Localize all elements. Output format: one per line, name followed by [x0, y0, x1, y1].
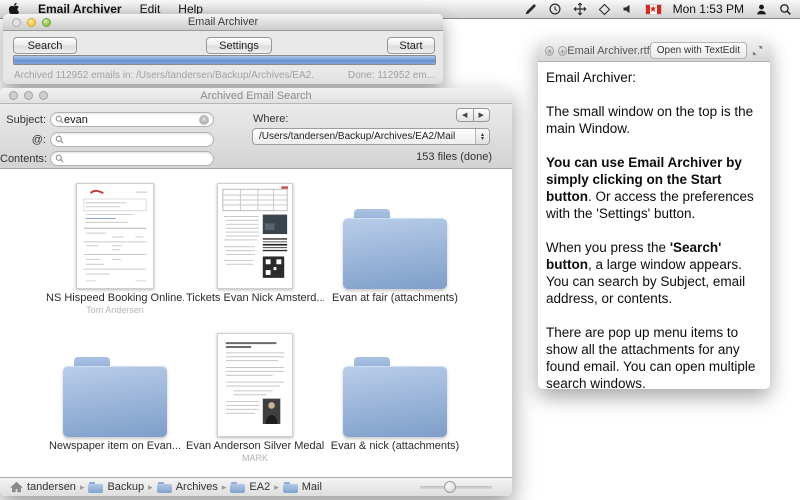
search-toolbar: Subject: × @: Contents: ◀ ▶ Where: /User… — [0, 104, 512, 169]
address-search-field[interactable] — [50, 132, 214, 147]
path-separator-icon: ▸ — [80, 482, 85, 493]
folder-icon — [63, 357, 167, 437]
path-item[interactable]: Backup — [88, 481, 144, 493]
user-icon[interactable] — [755, 3, 768, 16]
zoom-button[interactable] — [42, 18, 51, 27]
folder-icon — [283, 482, 298, 493]
result-sublabel: Tom Andersen — [86, 305, 144, 315]
move-icon[interactable] — [573, 2, 587, 16]
document-icon — [217, 179, 293, 289]
path-item[interactable]: Archives — [157, 481, 218, 493]
where-label: Where: — [253, 113, 288, 125]
path-item[interactable]: EA2 — [230, 481, 270, 493]
main-window-titlebar[interactable]: Email Archiver — [3, 14, 443, 31]
main-window-title: Email Archiver — [3, 16, 443, 28]
close-button[interactable] — [9, 91, 18, 100]
quicklook-title: Email Archiver.rtf — [567, 45, 650, 57]
folder-icon — [230, 482, 245, 493]
forward-icon[interactable]: ▶ — [474, 109, 490, 121]
minimize-button[interactable] — [27, 18, 36, 27]
result-label: Evan at fair (attachments) — [332, 292, 458, 304]
quicklook-titlebar[interactable]: × + Email Archiver.rtf Open with TextEdi… — [538, 40, 770, 62]
pen-icon[interactable] — [524, 3, 537, 16]
search-icon — [55, 115, 64, 124]
result-item[interactable]: NS Hispeed Booking Online... Tom Anderse… — [45, 179, 185, 315]
time-machine-icon[interactable] — [548, 2, 562, 16]
result-label: Evan Anderson Silver Medal... — [186, 440, 324, 452]
clear-icon[interactable]: × — [199, 115, 209, 125]
close-button[interactable] — [12, 18, 21, 27]
result-label: Newspaper item on Evan... — [49, 440, 181, 452]
desktop: { "menu_bar": { "app_menus": ["Email Arc… — [0, 0, 800, 500]
archive-status-text: Archived 112952 emails in: /Users/tander… — [14, 70, 314, 81]
result-sublabel: MARK — [242, 453, 268, 463]
path-separator-icon: ▸ — [274, 482, 279, 493]
volume-icon[interactable] — [622, 3, 634, 15]
where-value: /Users/tandersen/Backup/Archives/EA2/Mai… — [259, 131, 455, 142]
menu-clock[interactable]: Mon 1:53 PM — [673, 2, 744, 16]
email-archiver-window: Email Archiver Search Settings Start Arc… — [3, 14, 443, 84]
subject-label: Subject: — [0, 114, 46, 126]
result-item[interactable]: Evan & nick (attachments) — [325, 327, 465, 463]
start-button[interactable]: Start — [387, 37, 435, 54]
expand-icon[interactable] — [752, 45, 763, 56]
folder-icon — [88, 482, 103, 493]
history-nav-control[interactable]: ◀ ▶ — [456, 108, 490, 122]
close-button[interactable]: × — [545, 46, 554, 56]
where-popup[interactable]: /Users/tandersen/Backup/Archives/EA2/Mai… — [252, 128, 490, 145]
search-results-area: NS Hispeed Booking Online... Tom Anderse… — [0, 169, 512, 477]
path-separator-icon: ▸ — [222, 482, 227, 493]
result-label: NS Hispeed Booking Online... — [46, 292, 184, 304]
slider-knob[interactable] — [444, 481, 456, 493]
search-icon — [55, 135, 64, 144]
path-bar: tandersen ▸ Backup ▸ Archives ▸ EA2 ▸ Ma… — [0, 477, 512, 496]
result-item[interactable]: Evan Anderson Silver Medal... MARK — [185, 327, 325, 463]
folder-icon — [157, 482, 172, 493]
result-item[interactable]: Evan at fair (attachments) — [325, 179, 465, 315]
search-icon — [55, 154, 64, 163]
archived-email-search-window: Archived Email Search Subject: × @: Cont… — [0, 88, 512, 496]
canada-flag-icon[interactable] — [645, 4, 662, 15]
spotlight-icon[interactable] — [779, 3, 792, 16]
result-label: Evan & nick (attachments) — [331, 440, 459, 452]
archive-progress-bar — [13, 55, 436, 65]
contents-label: Contents: — [0, 153, 46, 165]
minimize-button[interactable] — [24, 91, 33, 100]
fullscreen-button[interactable]: + — [558, 46, 567, 56]
home-icon — [10, 481, 23, 493]
open-with-textedit-button[interactable]: Open with TextEdit — [650, 42, 747, 59]
document-icon — [76, 179, 154, 289]
zoom-button[interactable] — [39, 91, 48, 100]
settings-button[interactable]: Settings — [206, 37, 272, 54]
archive-done-text: Done: 112952 em... — [348, 70, 435, 81]
path-item-home[interactable]: tandersen — [10, 481, 76, 493]
result-item[interactable]: Newspaper item on Evan... — [45, 327, 185, 463]
diamond-icon[interactable] — [598, 3, 611, 16]
folder-icon — [343, 357, 447, 437]
subject-input[interactable] — [64, 114, 199, 126]
address-input[interactable] — [64, 134, 209, 146]
folder-icon — [343, 209, 447, 289]
contents-input[interactable] — [64, 153, 209, 165]
path-separator-icon: ▸ — [148, 482, 153, 493]
contents-search-field[interactable] — [50, 151, 214, 166]
search-button[interactable]: Search — [13, 37, 77, 54]
quicklook-text: Email Archiver: The small window on the … — [538, 62, 770, 416]
back-icon[interactable]: ◀ — [457, 109, 474, 121]
result-label: Tickets Evan Nick Amsterd... — [186, 292, 324, 304]
subject-search-field[interactable]: × — [50, 112, 214, 127]
popup-arrows-icon: ▴▾ — [475, 129, 489, 144]
icon-size-slider[interactable] — [420, 486, 492, 489]
result-item[interactable]: Tickets Evan Nick Amsterd... — [185, 179, 325, 315]
document-icon — [217, 327, 293, 437]
files-count: 153 files (done) — [416, 151, 492, 163]
path-item[interactable]: Mail — [283, 481, 322, 493]
search-window-titlebar[interactable]: Archived Email Search — [0, 88, 512, 104]
address-label: @: — [0, 134, 46, 146]
search-window-title: Archived Email Search — [0, 90, 512, 102]
quicklook-window: × + Email Archiver.rtf Open with TextEdi… — [538, 40, 770, 389]
